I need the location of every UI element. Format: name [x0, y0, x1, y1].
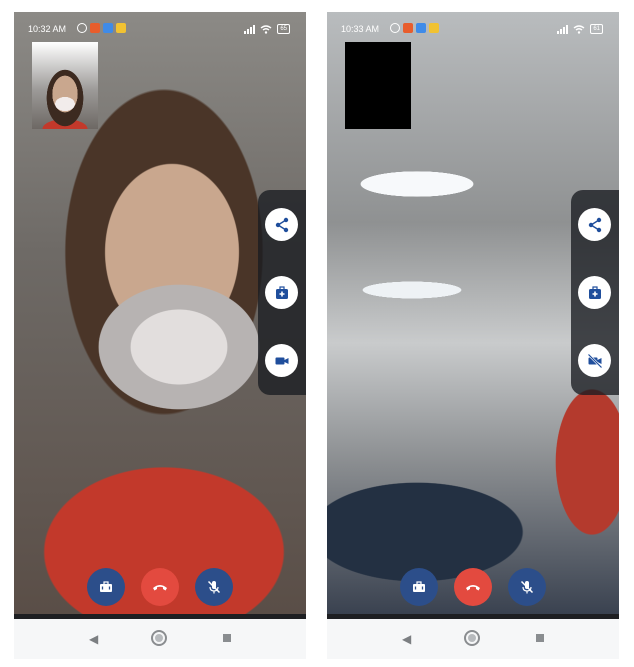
battery-icon: 61 — [590, 24, 603, 34]
video-toggle-button[interactable] — [578, 344, 611, 377]
app-notification-icon — [90, 23, 100, 33]
share-button[interactable] — [265, 208, 298, 241]
alarm-icon — [390, 23, 400, 33]
app-notification-icon — [103, 23, 113, 33]
hang-up-button[interactable] — [141, 568, 179, 606]
call-controls — [327, 568, 619, 606]
status-time: 10:32 AM — [28, 24, 67, 34]
mic-off-icon — [520, 580, 534, 594]
battery-icon: 65 — [277, 24, 290, 34]
app-notification-icon — [416, 23, 426, 33]
medical-kit-button[interactable] — [265, 276, 298, 309]
call-controls — [14, 568, 306, 606]
signal-icon — [557, 24, 569, 34]
signal-icon — [244, 24, 256, 34]
briefcase-button[interactable] — [87, 568, 125, 606]
recent-apps-icon[interactable] — [536, 634, 544, 642]
recent-apps-icon[interactable] — [223, 634, 231, 642]
mute-button[interactable] — [195, 568, 233, 606]
video-toggle-button[interactable] — [265, 344, 298, 377]
wifi-icon — [260, 24, 272, 34]
video-camera-off-icon — [587, 353, 602, 368]
call-screen-2: 10:33 AM 61 ◀ — [327, 12, 619, 659]
hang-up-icon — [153, 585, 167, 591]
side-action-panel — [258, 190, 306, 395]
home-icon[interactable] — [464, 630, 480, 646]
share-button[interactable] — [578, 208, 611, 241]
briefcase-icon — [413, 581, 425, 592]
side-action-panel — [571, 190, 619, 395]
status-time: 10:33 AM — [341, 24, 380, 34]
wifi-icon — [573, 24, 585, 34]
mic-off-icon — [207, 580, 221, 594]
status-bar: 10:33 AM 61 — [327, 12, 619, 46]
self-view-thumbnail[interactable] — [345, 42, 411, 129]
android-nav-bar: ◀ — [327, 619, 619, 659]
notification-icons — [77, 23, 126, 33]
status-bar: 10:32 AM 65 — [14, 12, 306, 46]
app-notification-icon — [403, 23, 413, 33]
alarm-icon — [77, 23, 87, 33]
briefcase-button[interactable] — [400, 568, 438, 606]
hang-up-button[interactable] — [454, 568, 492, 606]
system-icons: 65 — [244, 24, 290, 34]
home-icon[interactable] — [151, 630, 167, 646]
android-nav-bar: ◀ — [14, 619, 306, 659]
self-view-thumbnail[interactable] — [32, 42, 98, 129]
mute-button[interactable] — [508, 568, 546, 606]
hang-up-icon — [466, 585, 480, 591]
briefcase-icon — [100, 581, 112, 592]
app-notification-icon — [429, 23, 439, 33]
back-icon[interactable]: ◀ — [89, 632, 98, 646]
medical-kit-icon — [588, 285, 601, 299]
call-screen-1: 10:32 AM 65 ◀ — [14, 12, 306, 659]
medical-kit-icon — [275, 285, 288, 299]
back-icon[interactable]: ◀ — [402, 632, 411, 646]
video-camera-icon — [275, 357, 288, 364]
notification-icons — [390, 23, 439, 33]
system-icons: 61 — [557, 24, 603, 34]
medical-kit-button[interactable] — [578, 276, 611, 309]
share-icon — [275, 217, 288, 232]
app-notification-icon — [116, 23, 126, 33]
share-icon — [588, 217, 601, 232]
